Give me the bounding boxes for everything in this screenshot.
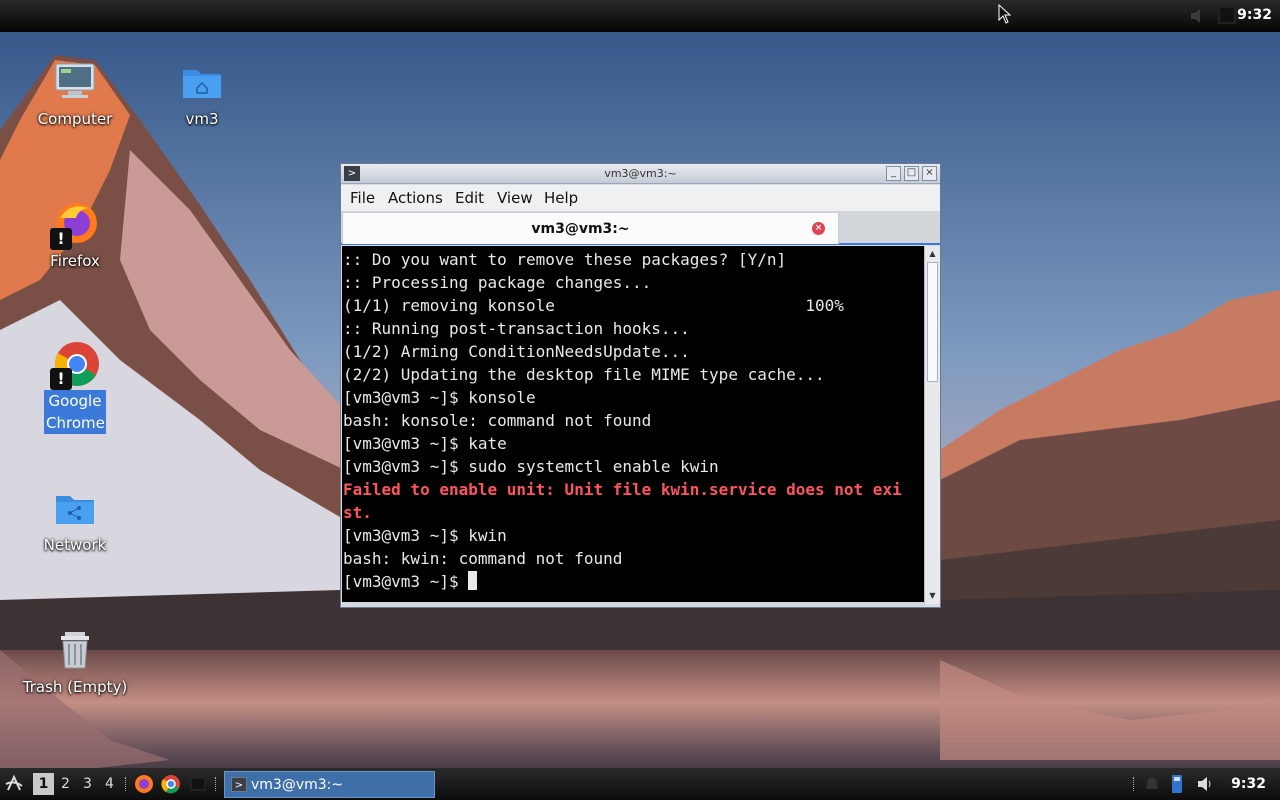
terminal-line: [vm3@vm3 ~]$ sudo systemctl enable kwin xyxy=(343,457,719,476)
taskbar-separator xyxy=(215,777,218,791)
workspace-2[interactable]: 2 xyxy=(55,773,76,795)
desktop-icon-vm3[interactable]: vm3 xyxy=(147,58,257,130)
terminal-app-icon: > xyxy=(231,777,247,792)
terminal-line: (1/1) removing konsole 100% xyxy=(343,296,844,315)
terminal-line: (1/2) Arming ConditionNeedsUpdate... xyxy=(343,342,690,361)
taskbar-separator xyxy=(1133,777,1136,791)
taskbar: 1 2 3 4 > vm3@vm3:~ 9:32 xyxy=(0,768,1280,800)
desktop-icon-network[interactable]: Network xyxy=(20,484,130,556)
menu-actions[interactable]: Actions xyxy=(388,189,443,207)
show-desktop-icon[interactable] xyxy=(190,777,206,791)
removable-device-icon[interactable] xyxy=(1170,774,1184,794)
desktop-icon-google-chrome[interactable]: ! Google Chrome xyxy=(20,340,130,434)
maximize-button[interactable]: □ xyxy=(904,166,919,181)
display-icon[interactable] xyxy=(1218,6,1236,24)
minimize-button[interactable]: _ xyxy=(886,166,901,181)
terminal-cursor xyxy=(468,571,478,590)
vertical-scrollbar[interactable]: ▲ ▼ xyxy=(924,246,940,604)
terminal-prompt: [vm3@vm3 ~]$ xyxy=(343,572,469,591)
scroll-down-icon[interactable]: ▼ xyxy=(926,589,939,603)
terminal-line: [vm3@vm3 ~]$ konsole xyxy=(343,388,536,407)
desktop-icon-label: Trash (Empty) xyxy=(22,678,128,696)
app-menu-icon[interactable] xyxy=(4,774,24,794)
taskbar-clock[interactable]: 9:32 xyxy=(1231,776,1266,792)
workspace-4[interactable]: 4 xyxy=(99,773,120,795)
terminal-line: [vm3@vm3 ~]$ kwin xyxy=(343,526,507,545)
tab-terminal[interactable]: vm3@vm3:~ × xyxy=(342,212,839,244)
chrome-icon: ! xyxy=(50,340,100,390)
horizontal-scrollbar[interactable] xyxy=(342,602,924,606)
firefox-launcher-icon[interactable] xyxy=(133,773,155,795)
window-titlebar[interactable]: > vm3@vm3:~ _ □ × xyxy=(341,164,940,184)
network-folder-icon xyxy=(50,484,100,534)
notification-bell-icon[interactable] xyxy=(1144,775,1160,793)
terminal-line: bash: konsole: command not found xyxy=(343,411,652,430)
workspace-1[interactable]: 1 xyxy=(33,773,54,795)
computer-icon xyxy=(50,58,100,108)
terminal-error-line: Failed to enable unit: Unit file kwin.se… xyxy=(343,480,902,499)
terminal-line: [vm3@vm3 ~]$ kate xyxy=(343,434,507,453)
terminal-line: :: Processing package changes... xyxy=(343,273,652,292)
top-panel: 9:32 xyxy=(0,0,1280,32)
task-label: vm3@vm3:~ xyxy=(251,777,344,793)
terminal-error-line: st. xyxy=(343,503,372,522)
terminal-window[interactable]: > vm3@vm3:~ _ □ × File Actions Edit View… xyxy=(340,163,941,608)
taskbar-task-terminal[interactable]: > vm3@vm3:~ xyxy=(224,771,435,798)
desktop-icon-label: Firefox xyxy=(50,252,100,270)
menu-view[interactable]: View xyxy=(497,189,533,207)
desktop-icon-trash[interactable]: Trash (Empty) xyxy=(20,626,130,698)
scrollbar-thumb[interactable] xyxy=(927,262,938,382)
volume-icon[interactable] xyxy=(1188,6,1208,26)
terminal-line: (2/2) Updating the desktop file MIME typ… xyxy=(343,365,825,384)
window-title: vm3@vm3:~ xyxy=(604,167,677,180)
home-folder-icon xyxy=(177,58,227,108)
warning-icon: ! xyxy=(50,368,72,390)
terminal-line: bash: kwin: command not found xyxy=(343,549,623,568)
desktop-icon-firefox[interactable]: ! Firefox xyxy=(20,200,130,272)
desktop-icon-label: Google Chrome xyxy=(44,390,106,434)
menu-edit[interactable]: Edit xyxy=(455,189,484,207)
tab-label: vm3@vm3:~ xyxy=(531,221,630,237)
terminal-line: :: Running post-transaction hooks... xyxy=(343,319,690,338)
desktop-icon-computer[interactable]: Computer xyxy=(20,58,130,130)
chrome-launcher-icon[interactable] xyxy=(160,773,182,795)
scroll-up-icon[interactable]: ▲ xyxy=(926,247,939,261)
desktop-icon-label: Computer xyxy=(37,110,113,128)
mouse-pointer-icon xyxy=(998,4,1012,24)
terminal-line: :: Do you want to remove these packages?… xyxy=(343,250,787,269)
menu-bar: File Actions Edit View Help xyxy=(341,185,940,211)
tab-bar: vm3@vm3:~ × xyxy=(341,211,940,245)
close-button[interactable]: × xyxy=(922,166,937,181)
desktop-icon-label: Network xyxy=(43,536,107,554)
volume-icon[interactable] xyxy=(1196,775,1214,793)
trash-icon xyxy=(50,626,100,676)
tab-close-icon[interactable]: × xyxy=(812,222,825,235)
terminal-output[interactable]: :: Do you want to remove these packages?… xyxy=(342,246,924,602)
terminal-prompt-line[interactable]: [vm3@vm3 ~]$ xyxy=(343,570,924,593)
firefox-icon: ! xyxy=(50,200,100,250)
desktop-icon-label: vm3 xyxy=(185,110,219,128)
taskbar-separator xyxy=(125,777,128,791)
menu-help[interactable]: Help xyxy=(544,189,578,207)
warning-icon: ! xyxy=(50,228,72,250)
menu-file[interactable]: File xyxy=(350,189,375,207)
workspace-3[interactable]: 3 xyxy=(77,773,98,795)
top-panel-clock[interactable]: 9:32 xyxy=(1237,7,1272,23)
